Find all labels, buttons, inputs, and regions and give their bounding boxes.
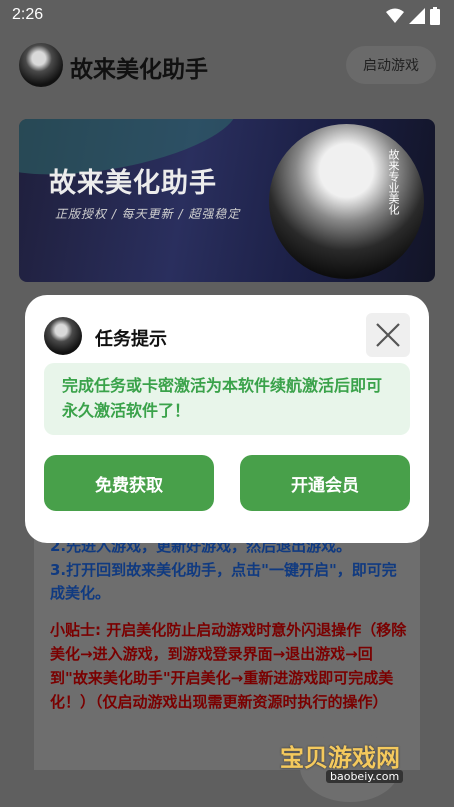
- watermark-text: 宝贝游戏网: [280, 744, 400, 772]
- wifi-icon: [386, 8, 404, 23]
- dialog-message: 完成任务或卡密激活为本软件续航激活后即可永久激活软件了！: [44, 363, 410, 435]
- battery-icon: [430, 7, 440, 25]
- instruction-step-3: 3.打开回到故来美化助手，点击"一键开启"，即可完成美化。: [50, 561, 397, 602]
- tip-text: 小贴士: 开启美化防止启动游戏时意外闪退操作（移除美化→进入游戏，到游戏登录界面…: [50, 621, 407, 711]
- close-icon: [376, 323, 400, 347]
- signal-icon: [409, 8, 425, 24]
- promo-banner: 故来美化助手 正版授权 / 每天更新 / 超强稳定 故来专业美化: [19, 119, 435, 282]
- close-button[interactable]: [366, 313, 410, 357]
- task-dialog: 任务提示 完成任务或卡密激活为本软件续航激活后即可永久激活软件了！ 免费获取 开…: [25, 295, 429, 543]
- watermark: 宝贝游戏网 baobeiy.com: [280, 712, 420, 802]
- dialog-avatar: [44, 317, 82, 355]
- banner-side-text: 故来专业美化: [387, 149, 400, 215]
- app-avatar: [19, 43, 63, 87]
- dialog-title: 任务提示: [95, 329, 167, 350]
- free-get-button[interactable]: 免费获取: [44, 455, 214, 511]
- status-icons: [386, 7, 440, 25]
- app-title: 故来美化助手: [70, 57, 208, 83]
- vip-subscribe-button[interactable]: 开通会员: [240, 455, 410, 511]
- status-time: 2:26: [12, 6, 44, 23]
- banner-subtitle: 正版授权 / 每天更新 / 超强稳定: [55, 207, 241, 221]
- status-bar: 2:26: [0, 0, 454, 32]
- launch-game-button[interactable]: 启动游戏: [346, 46, 436, 84]
- banner-title: 故来美化助手: [49, 168, 217, 199]
- app-header: 故来美化助手 启动游戏: [0, 32, 454, 98]
- watermark-url: baobeiy.com: [326, 770, 404, 783]
